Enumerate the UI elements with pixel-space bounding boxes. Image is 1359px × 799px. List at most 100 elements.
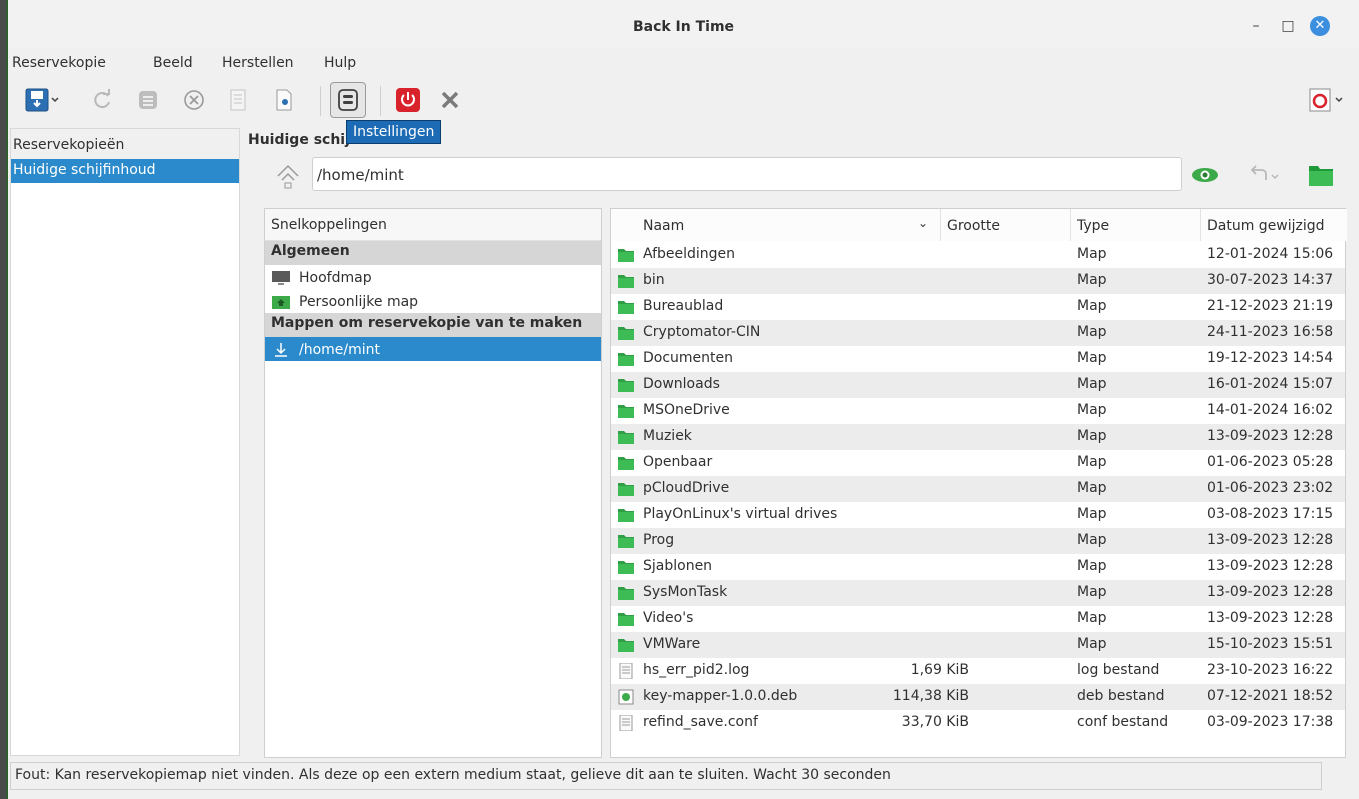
sort-chevron-icon: ⌄ — [917, 216, 928, 230]
cell-date: 03-08-2023 17:15 — [1207, 506, 1334, 522]
shortcuts-group-general: Algemeen — [265, 241, 601, 265]
help-button[interactable] — [1304, 86, 1348, 114]
folder-icon — [617, 429, 635, 445]
column-type[interactable]: Type — [1071, 209, 1201, 241]
cell-name: Openbaar — [643, 454, 713, 470]
cell-date: 16-01-2024 15:07 — [1207, 376, 1334, 392]
show-hidden-button[interactable] — [1190, 166, 1220, 188]
remove-snapshot-icon — [184, 90, 204, 110]
table-row[interactable]: Afbeeldingen Map 12-01-2024 15:06 — [611, 242, 1345, 268]
cell-type: Map — [1077, 506, 1107, 522]
cell-date: 13-09-2023 12:28 — [1207, 428, 1334, 444]
shortcut-home[interactable]: Hoofdmap — [265, 265, 601, 289]
cell-name: key-mapper-1.0.0.deb — [643, 688, 798, 704]
cell-type: Map — [1077, 610, 1107, 626]
home-folder-icon — [272, 296, 290, 309]
snapshots-header: Reservekopieën — [11, 129, 239, 159]
help-icon — [1309, 88, 1343, 112]
open-folder-button[interactable] — [1308, 163, 1334, 191]
table-row[interactable]: pCloudDrive Map 01-06-2023 23:02 — [611, 476, 1345, 502]
table-row[interactable]: Openbaar Map 01-06-2023 05:28 — [611, 450, 1345, 476]
table-row[interactable]: Bureaublad Map 21-12-2023 21:19 — [611, 294, 1345, 320]
shutdown-button[interactable] — [394, 86, 422, 114]
cell-type: Map — [1077, 402, 1107, 418]
table-row[interactable]: Prog Map 13-09-2023 12:28 — [611, 528, 1345, 554]
cell-type: Map — [1077, 584, 1107, 600]
folder-icon — [617, 637, 635, 653]
snapshot-name-icon — [139, 91, 157, 109]
folder-icon — [617, 611, 635, 627]
title-bar: Back In Time – □ ✕ — [8, 0, 1359, 48]
take-snapshot-button[interactable] — [22, 86, 62, 114]
cell-date: 01-06-2023 23:02 — [1207, 480, 1334, 496]
menu-beeld[interactable]: Beeld — [153, 55, 193, 71]
refresh-button[interactable] — [88, 86, 116, 114]
remove-snapshot-button[interactable] — [180, 86, 208, 114]
exit-button[interactable] — [436, 86, 464, 114]
cell-type: conf bestand — [1077, 714, 1169, 730]
cell-name: Documenten — [643, 350, 734, 366]
column-name[interactable]: Naam ⌄ — [611, 209, 941, 241]
text-file-icon — [617, 662, 635, 680]
settings-icon — [338, 89, 358, 111]
cell-size: 1,69 KiB — [910, 662, 969, 678]
cell-date: 03-09-2023 17:38 — [1207, 714, 1334, 730]
column-size[interactable]: Grootte — [941, 209, 1071, 241]
table-row[interactable]: VMWare Map 15-10-2023 15:51 — [611, 632, 1345, 658]
table-row[interactable]: key-mapper-1.0.0.deb 114,38 KiB deb bestan… — [611, 684, 1345, 710]
refresh-icon — [94, 89, 110, 109]
folder-up-button[interactable] — [274, 162, 302, 190]
settings-tooltip: Instellingen — [346, 120, 442, 144]
cell-date: 21-12-2023 21:19 — [1207, 298, 1334, 314]
menu-hulp[interactable]: Hulp — [324, 55, 356, 71]
path-bar: /home/mint — [268, 154, 1348, 196]
table-row[interactable]: PlayOnLinux's virtual drives Map 03-08-202… — [611, 502, 1345, 528]
path-input[interactable]: /home/mint — [312, 157, 1182, 191]
table-row[interactable]: bin Map 30-07-2023 14:37 — [611, 268, 1345, 294]
table-row[interactable]: Cryptomator-CIN Map 24-11-2023 16:58 — [611, 320, 1345, 346]
table-row[interactable]: SysMonTask Map 13-09-2023 12:28 — [611, 580, 1345, 606]
view-log-icon — [230, 89, 246, 111]
cell-date: 13-09-2023 12:28 — [1207, 584, 1334, 600]
cell-type: Map — [1077, 376, 1107, 392]
cell-name: SysMonTask — [643, 584, 728, 600]
cell-date: 13-09-2023 12:28 — [1207, 558, 1334, 574]
table-row[interactable]: Downloads Map 16-01-2024 15:07 — [611, 372, 1345, 398]
close-button[interactable]: ✕ — [1310, 16, 1330, 36]
shortcut-label: Persoonlijke map — [299, 294, 419, 310]
snapshot-name-button[interactable] — [134, 86, 162, 114]
shortcut-backup-dir[interactable]: /home/mint — [265, 337, 601, 361]
table-row[interactable]: Documenten Map 19-12-2023 14:54 — [611, 346, 1345, 372]
table-row[interactable]: Sjablonen Map 13-09-2023 12:28 — [611, 554, 1345, 580]
table-row[interactable]: refind_save.conf 33,70 KiB conf bestand 03-… — [611, 710, 1345, 736]
table-row[interactable]: MSOneDrive Map 14-01-2024 16:02 — [611, 398, 1345, 424]
table-row[interactable]: Video's Map 13-09-2023 12:28 — [611, 606, 1345, 632]
table-row[interactable]: hs_err_pid2.log 1,69 KiB log bestand 23-10-… — [611, 658, 1345, 684]
snapshot-item-current[interactable]: Huidige schijfinhoud — [11, 159, 239, 183]
cell-type: Map — [1077, 454, 1107, 470]
menu-herstellen[interactable]: Herstellen — [222, 55, 294, 71]
cell-date: 15-10-2023 15:51 — [1207, 636, 1334, 652]
shortcut-personal[interactable]: Persoonlijke map — [265, 289, 601, 313]
folder-icon — [617, 455, 635, 471]
shutdown-icon — [396, 88, 420, 112]
folder-icon — [617, 507, 635, 523]
take-snapshot-icon — [25, 88, 59, 112]
view-last-log-button[interactable] — [270, 86, 298, 114]
view-log-button[interactable] — [224, 86, 252, 114]
folder-icon — [617, 481, 635, 497]
cell-name: bin — [643, 272, 665, 288]
settings-button[interactable] — [330, 82, 366, 118]
table-row[interactable]: Muziek Map 13-09-2023 12:28 — [611, 424, 1345, 450]
maximize-button[interactable]: □ — [1278, 16, 1298, 36]
computer-icon — [272, 271, 290, 285]
cell-date: 07-12-2021 18:52 — [1207, 688, 1334, 704]
folder-icon — [617, 377, 635, 393]
minimize-button[interactable]: – — [1246, 16, 1266, 36]
menu-reservekopie[interactable]: Reservekopie — [12, 55, 106, 71]
column-date[interactable]: Datum gewijzigd — [1201, 209, 1347, 241]
folder-icon — [617, 299, 635, 315]
cell-type: deb bestand — [1077, 688, 1165, 704]
restore-button[interactable] — [1248, 164, 1284, 190]
folder-icon — [617, 403, 635, 419]
